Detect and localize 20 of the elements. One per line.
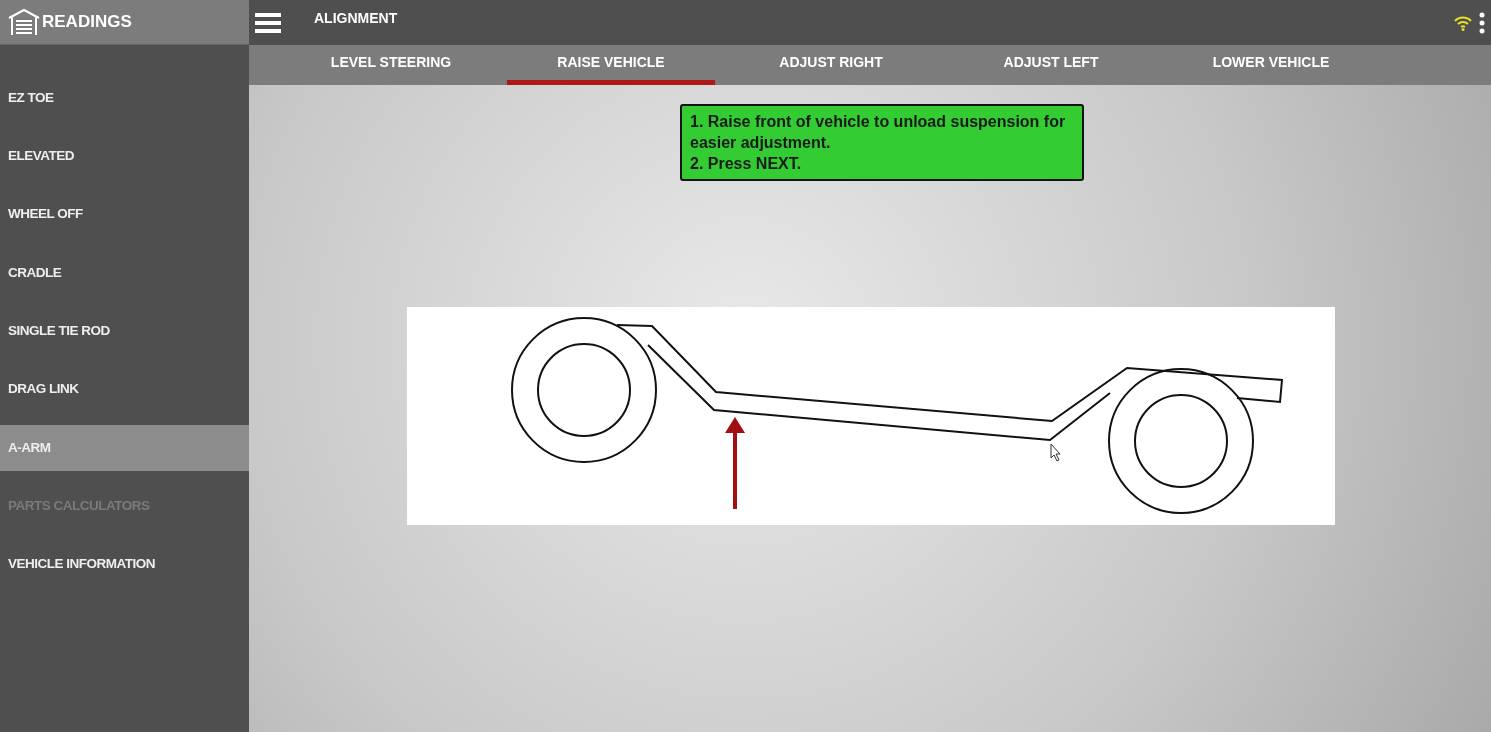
sidebar-item[interactable]: VEHICLE INFORMATION (0, 541, 249, 588)
sidebar-item[interactable]: SINGLE TIE ROD (0, 308, 249, 355)
sidebar-item[interactable]: CRADLE (0, 249, 249, 296)
mouse-cursor-icon (1050, 443, 1061, 462)
sidebar-item[interactable]: WHEEL OFF (0, 191, 249, 238)
tab[interactable]: LOWER VEHICLE (1167, 45, 1375, 85)
sidebar-item[interactable]: ELEVATED (0, 133, 249, 180)
tab[interactable]: ADJUST LEFT (947, 45, 1155, 85)
tab[interactable]: ADJUST RIGHT (727, 45, 935, 85)
instruction-text: 2. Press NEXT. (690, 154, 803, 174)
menu-icon[interactable] (255, 12, 281, 33)
more-options-icon[interactable] (1479, 11, 1485, 34)
wifi-icon (1453, 14, 1473, 31)
page-title: ALIGNMENT (314, 9, 398, 28)
sidebar-item[interactable]: EZ TOE (0, 75, 249, 121)
app-title: READINGS (42, 11, 132, 34)
instruction-text: 1. Raise front of vehicle to unload suspension for easier adjustment. (690, 112, 1067, 153)
garage-icon (8, 8, 40, 36)
tab[interactable]: LEVEL STEERING (287, 45, 495, 85)
sidebar-item[interactable]: DRAG LINK (0, 366, 249, 413)
